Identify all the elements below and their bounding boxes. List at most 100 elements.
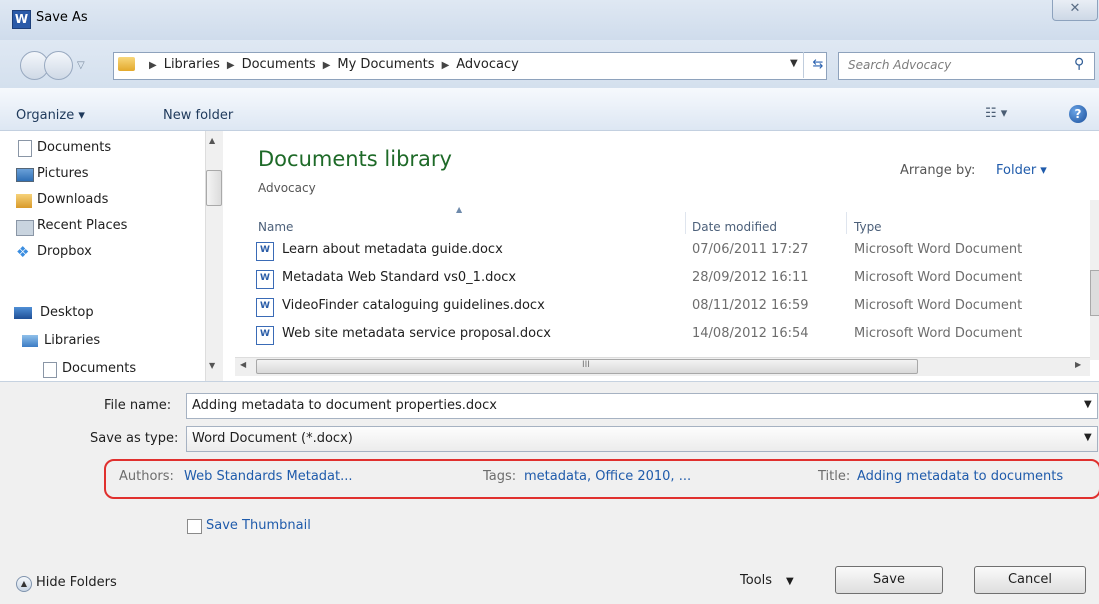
file-type: Microsoft Word Document — [854, 242, 1023, 257]
save-as-type-label: Save as type: — [90, 431, 179, 446]
downloads-folder-icon — [16, 194, 32, 208]
save-button[interactable]: Save — [835, 566, 943, 594]
folder-icon — [118, 57, 135, 71]
nav-item-pictures[interactable]: Pictures — [37, 166, 88, 181]
scroll-up-arrow-icon[interactable]: ▲ — [209, 136, 215, 145]
chevron-right-icon[interactable]: ▶ — [442, 60, 450, 71]
title-bar — [0, 0, 1099, 40]
column-divider[interactable] — [846, 212, 847, 234]
file-row[interactable]: W Learn about metadata guide.docx 07/06/… — [254, 240, 1090, 262]
view-options-icon[interactable]: ☷ ▾ — [985, 106, 1007, 121]
breadcrumb-libraries[interactable]: Libraries — [164, 57, 220, 72]
save-as-type-dropdown-icon[interactable]: ▼ — [1084, 432, 1092, 443]
sort-ascending-icon: ▲ — [456, 205, 463, 214]
scroll-down-arrow-icon[interactable]: ▼ — [209, 361, 215, 370]
window-title: Save As — [36, 10, 88, 25]
file-type: Microsoft Word Document — [854, 326, 1023, 341]
file-type: Microsoft Word Document — [854, 298, 1023, 313]
word-document-icon: W — [256, 326, 274, 345]
breadcrumb-my-documents[interactable]: My Documents — [337, 57, 434, 72]
recent-pages-chevron-icon[interactable]: ▽ — [77, 60, 85, 71]
forward-button[interactable] — [44, 51, 73, 80]
help-icon[interactable]: ? — [1069, 105, 1087, 123]
arrange-by-dropdown[interactable]: Folder ▾ — [996, 163, 1047, 178]
tags-field[interactable]: metadata, Office 2010, ... — [524, 469, 691, 484]
title-label: Title: — [818, 469, 851, 484]
cancel-button[interactable]: Cancel — [974, 566, 1086, 594]
arrange-by-label: Arrange by: — [900, 163, 976, 178]
navigation-pane: Documents Pictures Downloads Recent Plac… — [0, 131, 226, 381]
dropbox-icon: ❖ — [16, 243, 30, 261]
scroll-left-arrow-icon[interactable]: ◀ — [240, 360, 246, 369]
nav-scrollbar-thumb[interactable] — [206, 170, 222, 206]
chevron-up-icon[interactable]: ▲ — [16, 576, 32, 592]
file-name: VideoFinder cataloguing guidelines.docx — [282, 298, 545, 313]
hide-folders-button[interactable]: Hide Folders — [36, 575, 117, 590]
file-list-scrollbar-thumb[interactable] — [1090, 270, 1099, 316]
file-name-value: Adding metadata to document properties.d… — [192, 398, 497, 413]
pictures-icon — [16, 168, 34, 182]
word-document-icon: W — [256, 298, 274, 317]
chevron-right-icon[interactable]: ▶ — [323, 60, 331, 71]
close-button[interactable]: ✕ — [1052, 0, 1098, 21]
chevron-right-icon[interactable]: ▶ — [149, 60, 157, 71]
chevron-right-icon[interactable]: ▶ — [227, 60, 235, 71]
word-document-icon: W — [256, 270, 274, 289]
column-header-name[interactable]: Name — [258, 220, 293, 234]
document-icon — [18, 140, 32, 157]
file-name: Metadata Web Standard vs0_1.docx — [282, 270, 517, 285]
file-date: 08/11/2012 16:59 — [692, 298, 809, 313]
file-date: 14/08/2012 16:54 — [692, 326, 809, 341]
save-thumbnail-checkbox[interactable] — [187, 519, 202, 534]
tools-button[interactable]: Tools ▼ — [740, 573, 794, 588]
authors-label: Authors: — [119, 469, 174, 484]
file-name-dropdown-icon[interactable]: ▼ — [1084, 399, 1092, 410]
file-name-label: File name: — [104, 398, 172, 413]
nav-item-dropbox[interactable]: Dropbox — [37, 244, 92, 259]
search-placeholder: Search Advocacy — [848, 58, 952, 72]
tools-label: Tools — [740, 573, 773, 588]
word-logo-icon: W — [12, 10, 31, 29]
refresh-icon[interactable]: ⇆ — [803, 52, 832, 78]
address-dropdown-icon[interactable]: ▼ — [790, 58, 798, 69]
scroll-right-arrow-icon[interactable]: ▶ — [1075, 360, 1081, 369]
scrollbar-grip-icon: III — [582, 360, 590, 370]
search-icon[interactable]: ⚲ — [1074, 56, 1084, 72]
nav-scrollbar[interactable] — [205, 131, 223, 381]
file-date: 07/06/2011 17:27 — [692, 242, 809, 257]
nav-item-libraries[interactable]: Libraries — [44, 333, 100, 348]
breadcrumb: ▶ Libraries ▶ Documents ▶ My Documents ▶ Advoca… — [142, 57, 519, 72]
file-row[interactable]: W Web site metadata service proposal.doc… — [254, 324, 1090, 346]
file-row[interactable]: W Metadata Web Standard vs0_1.docx 28/09… — [254, 268, 1090, 290]
file-name: Web site metadata service proposal.docx — [282, 326, 551, 341]
nav-item-documents[interactable]: Documents — [37, 140, 111, 155]
document-icon — [43, 362, 57, 378]
file-date: 28/09/2012 16:11 — [692, 270, 809, 285]
column-header-date[interactable]: Date modified — [692, 220, 777, 234]
breadcrumb-documents[interactable]: Documents — [242, 57, 316, 72]
nav-item-documents-sub[interactable]: Documents — [62, 361, 136, 376]
save-thumbnail-label[interactable]: Save Thumbnail — [206, 518, 311, 533]
new-folder-button[interactable]: New folder — [163, 108, 233, 123]
tags-label: Tags: — [483, 469, 517, 484]
authors-field[interactable]: Web Standards Metadat... — [184, 469, 353, 484]
libraries-icon — [22, 335, 38, 347]
word-document-icon: W — [256, 242, 274, 261]
column-header-type[interactable]: Type — [854, 220, 882, 234]
tools-dropdown-icon: ▼ — [786, 576, 794, 587]
organize-button[interactable]: Organize ▾ — [16, 108, 85, 123]
nav-item-downloads[interactable]: Downloads — [37, 192, 108, 207]
recent-places-icon — [16, 220, 34, 236]
breadcrumb-advocacy[interactable]: Advocacy — [456, 57, 519, 72]
library-title: Documents library — [258, 147, 452, 171]
title-field[interactable]: Adding metadata to documents — [857, 469, 1063, 484]
desktop-icon — [14, 307, 32, 319]
save-as-type-value: Word Document (*.docx) — [192, 431, 353, 446]
column-divider[interactable] — [685, 212, 686, 234]
library-subtitle: Advocacy — [258, 181, 316, 195]
file-row[interactable]: W VideoFinder cataloguing guidelines.doc… — [254, 296, 1090, 318]
nav-item-desktop[interactable]: Desktop — [40, 305, 94, 320]
file-name: Learn about metadata guide.docx — [282, 242, 503, 257]
nav-item-recent-places[interactable]: Recent Places — [37, 218, 127, 233]
file-type: Microsoft Word Document — [854, 270, 1023, 285]
